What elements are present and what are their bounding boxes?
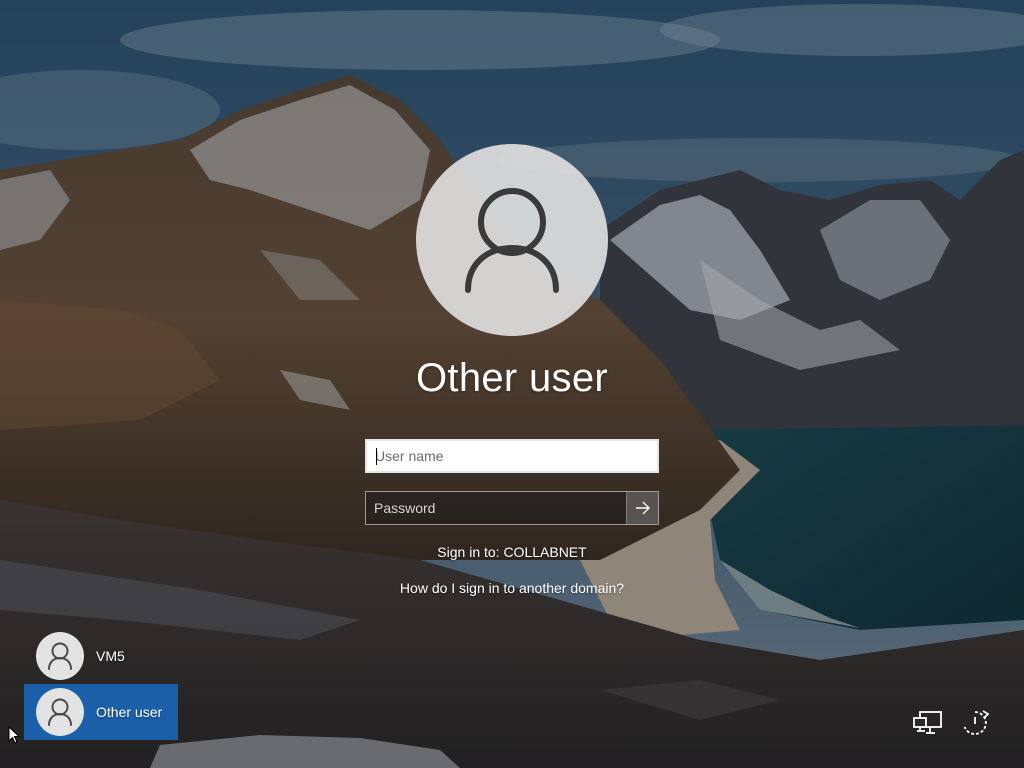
user-avatar-small xyxy=(36,688,84,736)
password-input[interactable] xyxy=(366,492,628,524)
user-avatar-large xyxy=(416,144,608,336)
power-button[interactable] xyxy=(958,706,992,740)
arrow-right-icon xyxy=(635,501,650,515)
other-domain-help-link[interactable]: How do I sign in to another domain? xyxy=(262,580,762,596)
network-button[interactable] xyxy=(910,706,944,740)
sign-in-domain-label: Sign in to: COLLABNET xyxy=(437,544,587,560)
power-icon xyxy=(963,710,990,735)
user-entry-label: Other user xyxy=(96,704,163,720)
mouse-pointer-icon xyxy=(8,726,20,744)
user-entry-vm5[interactable]: VM5 xyxy=(24,628,178,684)
submit-button[interactable] xyxy=(626,492,658,524)
user-entry-label: VM5 xyxy=(96,648,125,664)
username-field-container xyxy=(365,439,659,473)
username-input[interactable] xyxy=(367,441,657,471)
text-caret xyxy=(376,448,377,465)
user-avatar-small xyxy=(36,632,84,680)
password-field-container xyxy=(365,491,659,525)
network-icon xyxy=(913,711,942,734)
user-avatar-icon xyxy=(48,698,72,726)
lock-screen: Other user Sign in to: COLLABNET How do … xyxy=(0,0,1024,768)
user-entry-other-user[interactable]: Other user xyxy=(24,684,178,740)
user-avatar-icon xyxy=(48,642,72,670)
selected-user-name: Other user xyxy=(416,356,608,400)
user-avatar-icon xyxy=(465,188,559,293)
